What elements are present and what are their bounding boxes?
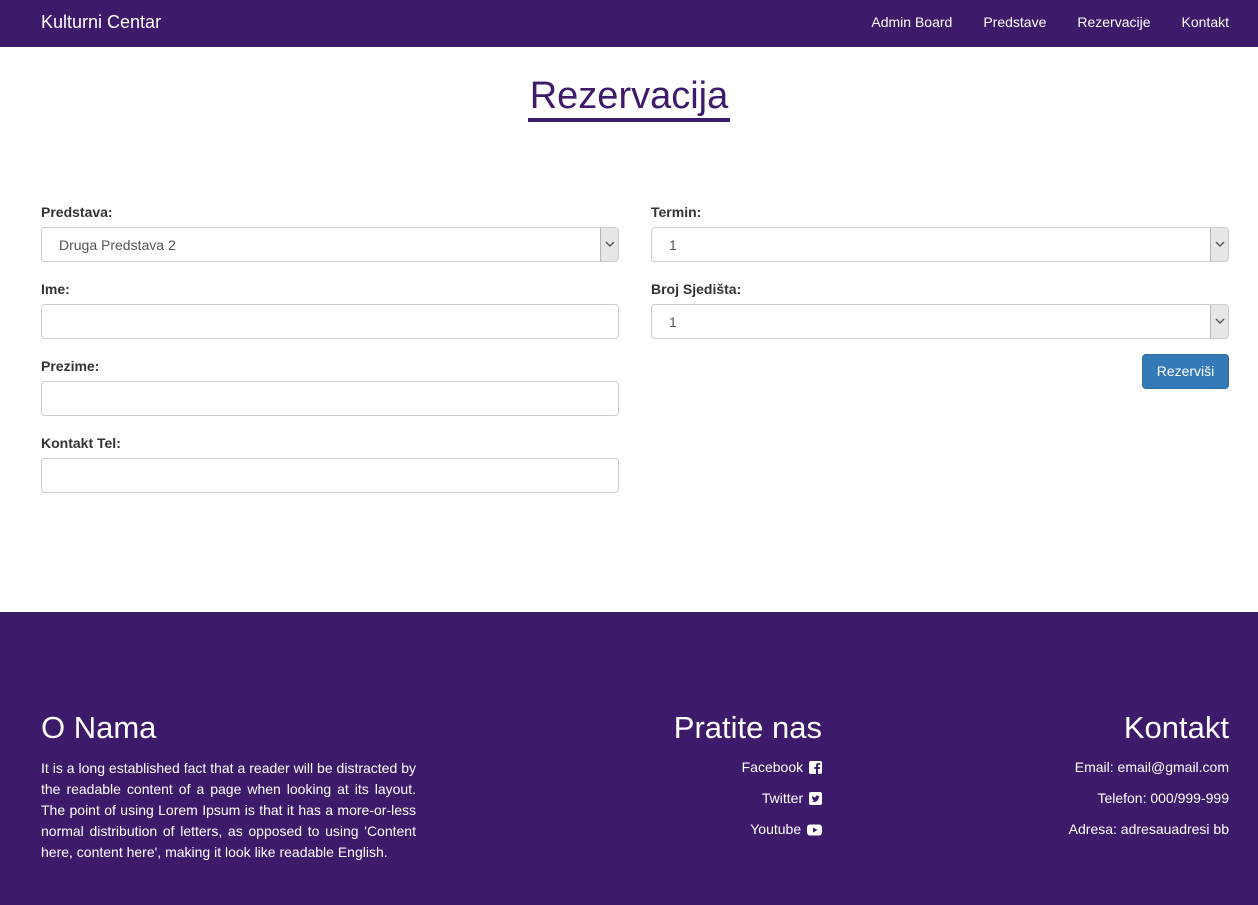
social-link-label: Twitter [761, 790, 804, 806]
rezervisi-button[interactable]: Rezerviši [1142, 354, 1229, 389]
contact-phone: Telefon: 000/999-999 [1097, 790, 1229, 806]
broj-sjedista-label: Broj Sjedišta: [651, 281, 742, 297]
termin-label: Termin: [651, 204, 702, 220]
social-link-twitter[interactable]: Twitter [742, 789, 822, 820]
broj-sjedista-select[interactable]: 1 [651, 304, 1229, 339]
prezime-input[interactable] [41, 381, 619, 416]
contact-address: Adresa: adresauadresi bb [1068, 821, 1229, 837]
predstava-select-value: Druga Predstava 2 [59, 237, 176, 253]
nav-link-admin-board[interactable]: Admin Board [871, 13, 952, 31]
footer-about-title: O Nama [41, 710, 157, 745]
page-title: Rezervacija [527, 74, 731, 122]
termin-dropdown-button[interactable] [1210, 228, 1228, 261]
social-links: Facebook Twitter Youtube [742, 758, 822, 851]
footer-contact-title: Kontakt [1123, 710, 1229, 745]
termin-select-value: 1 [669, 237, 677, 253]
facebook-square-icon [809, 761, 822, 774]
predstava-dropdown-button[interactable] [600, 228, 618, 261]
footer-about-text: It is a long established fact that a rea… [41, 760, 416, 860]
nav-link-rezervacije[interactable]: Rezervacije [1077, 13, 1150, 31]
chevron-down-icon [605, 241, 615, 247]
navbar: Kulturni Centar Admin Board Predstave Re… [0, 0, 1258, 47]
social-link-facebook[interactable]: Facebook [742, 758, 822, 789]
page-title-wrap: Rezervacija [0, 74, 1258, 122]
footer: O Nama It is a long established fact tha… [0, 612, 1258, 905]
social-link-youtube[interactable]: Youtube [742, 820, 822, 851]
ime-label: Ime: [41, 281, 70, 297]
nav-link-predstave[interactable]: Predstave [983, 13, 1046, 31]
predstava-select[interactable]: Druga Predstava 2 [41, 227, 619, 262]
ime-input[interactable] [41, 304, 619, 339]
prezime-label: Prezime: [41, 358, 100, 374]
social-link-label: Facebook [741, 759, 804, 775]
youtube-play-icon [807, 824, 822, 836]
social-link-label: Youtube [750, 821, 802, 837]
nav-link-kontakt[interactable]: Kontakt [1182, 13, 1229, 31]
predstava-label: Predstava: [41, 204, 113, 220]
chevron-down-icon [1215, 241, 1225, 247]
chevron-down-icon [1215, 318, 1225, 324]
broj-sjedista-select-value: 1 [669, 314, 677, 330]
contact-email: Email: email@gmail.com [1074, 759, 1229, 775]
brand-logo-text[interactable]: Kulturni Centar [41, 11, 161, 33]
footer-social-title: Pratite nas [673, 710, 822, 745]
kontakt-tel-label: Kontakt Tel: [41, 435, 121, 451]
nav-links: Admin Board Predstave Rezervacije Kontak… [871, 13, 1229, 31]
broj-sjedista-dropdown-button[interactable] [1210, 305, 1228, 338]
footer-contact-info: Email: email@gmail.com Telefon: 000/999-… [1069, 758, 1229, 851]
termin-select[interactable]: 1 [651, 227, 1229, 262]
kontakt-tel-input[interactable] [41, 458, 619, 493]
twitter-square-icon [809, 792, 822, 805]
